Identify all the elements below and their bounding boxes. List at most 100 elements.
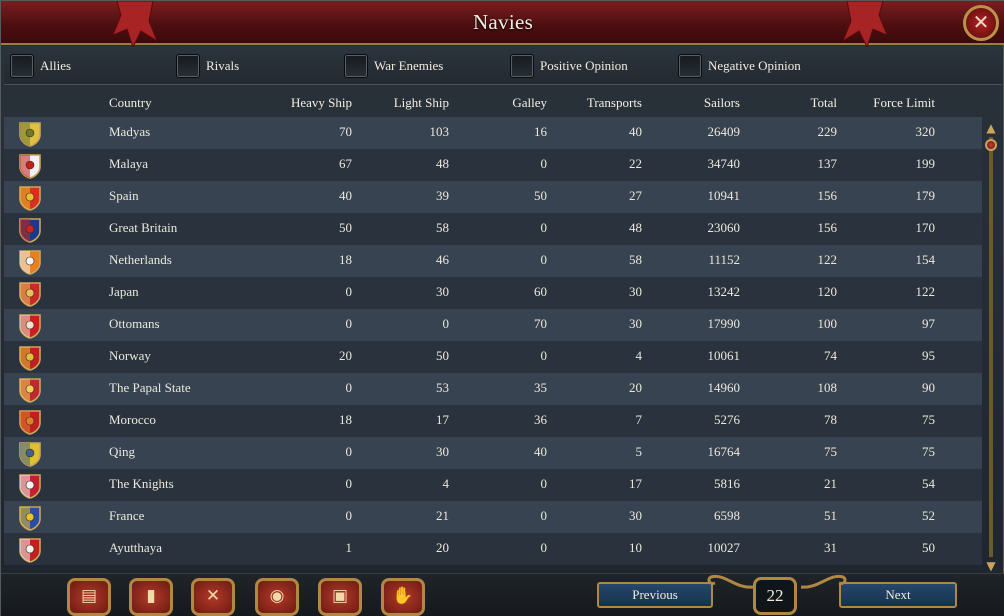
filter-war-enemies[interactable]: War Enemies	[344, 53, 443, 79]
country-name[interactable]: Qing	[109, 444, 135, 460]
sailors-cell: 11152	[708, 252, 740, 267]
table-row[interactable]: Ottomans 0 0 70 30 17990 100 97	[4, 309, 982, 341]
heavy-ship-cell: 70	[339, 124, 352, 139]
table-row[interactable]: Morocco 18 17 36 7 5276 78 75	[4, 405, 982, 437]
column-header-total[interactable]: Total	[744, 95, 837, 111]
table-row[interactable]: Malaya 67 48 0 22 34740 137 199	[4, 149, 982, 181]
previous-page-button[interactable]: Previous	[597, 582, 713, 608]
country-shield-icon[interactable]	[18, 345, 42, 371]
rivals-checkbox[interactable]	[176, 54, 200, 78]
country-name[interactable]: Malaya	[109, 156, 148, 172]
country-shield-icon[interactable]	[18, 441, 42, 467]
table-row[interactable]: Norway 20 50 0 4 10061 74 95	[4, 341, 982, 373]
country-shield-icon[interactable]	[18, 473, 42, 499]
country-shield-icon[interactable]	[18, 313, 42, 339]
negative-opinion-checkbox[interactable]	[678, 54, 702, 78]
country-shield-icon[interactable]	[18, 409, 42, 435]
column-header-force-limit[interactable]: Force Limit	[840, 95, 935, 111]
filter-positive-opinion[interactable]: Positive Opinion	[510, 53, 628, 79]
table-row[interactable]: Ayutthaya 1 20 0 10 10027 31 50	[4, 533, 982, 565]
crossed-swords-icon: ✕	[205, 586, 221, 606]
light-ship-cell: 103	[429, 124, 450, 139]
filter-label: Allies	[40, 58, 72, 73]
country-name[interactable]: France	[109, 508, 144, 524]
column-header-sailors[interactable]: Sailors	[644, 95, 740, 111]
heavy-ship-cell: 40	[339, 188, 352, 203]
heavy-ship-cell: 0	[345, 508, 353, 523]
country-shield-icon[interactable]	[18, 377, 42, 403]
table-row[interactable]: Japan 0 30 60 30 13242 120 122	[4, 277, 982, 309]
table-row[interactable]: The Knights 0 4 0 17 5816 21 54	[4, 469, 982, 501]
light-ship-cell: 4	[442, 476, 450, 491]
ledger-tab-button[interactable]: ▤	[67, 578, 111, 616]
country-name[interactable]: Ayutthaya	[109, 540, 162, 556]
filter-negative-opinion[interactable]: Negative Opinion	[678, 53, 801, 79]
country-shield-icon[interactable]	[18, 185, 42, 211]
country-shield-icon[interactable]	[18, 505, 42, 531]
military-tab-button[interactable]: ✕	[191, 578, 235, 616]
trade-tab-button[interactable]: ▣	[318, 578, 362, 616]
table-row[interactable]: Madyas 70 103 16 40 26409 229 320	[4, 117, 982, 149]
scroll-track[interactable]	[989, 137, 993, 557]
country-name[interactable]: Ottomans	[109, 316, 160, 332]
sailors-cell: 10027	[707, 540, 741, 555]
allies-checkbox[interactable]	[10, 54, 34, 78]
heavy-ship-cell: 1	[345, 540, 353, 555]
country-shield-icon[interactable]	[18, 217, 42, 243]
scrollbar[interactable]: ▲ ▼	[984, 121, 998, 573]
table-row[interactable]: Qing 0 30 40 5 16764 75 75	[4, 437, 982, 469]
table-row[interactable]: Great Britain 50 58 0 48 23060 156 170	[4, 213, 982, 245]
table-row[interactable]: France 0 21 0 30 6598 51 52	[4, 501, 982, 533]
close-button[interactable]: ✕	[963, 5, 999, 41]
galley-cell: 0	[540, 348, 548, 363]
country-shield-icon[interactable]	[18, 121, 42, 147]
column-header-light-ship[interactable]: Light Ship	[354, 95, 449, 111]
column-header-transports[interactable]: Transports	[552, 95, 642, 111]
war-enemies-checkbox[interactable]	[344, 54, 368, 78]
country-shield-icon[interactable]	[18, 249, 42, 275]
filter-label: Negative Opinion	[708, 58, 801, 73]
country-name[interactable]: The Papal State	[109, 380, 191, 396]
galley-cell: 16	[534, 124, 547, 139]
diplomacy-tab-button[interactable]: ✋	[381, 578, 425, 616]
next-page-button[interactable]: Next	[839, 582, 957, 608]
table-row[interactable]: Netherlands 18 46 0 58 11152 122 154	[4, 245, 982, 277]
force-limit-cell: 90	[922, 380, 935, 395]
country-shield-icon[interactable]	[18, 537, 42, 563]
table-row[interactable]: Spain 40 39 50 27 10941 156 179	[4, 181, 982, 213]
country-name[interactable]: Great Britain	[109, 220, 177, 236]
filter-rivals[interactable]: Rivals	[176, 53, 239, 79]
positive-opinion-checkbox[interactable]	[510, 54, 534, 78]
column-header-heavy-ship[interactable]: Heavy Ship	[254, 95, 352, 111]
table-row[interactable]: The Papal State 0 53 35 20 14960 108 90	[4, 373, 982, 405]
scroll-thumb[interactable]	[985, 139, 997, 151]
sailors-cell: 26409	[707, 124, 741, 139]
filter-allies[interactable]: Allies	[10, 53, 71, 79]
sailors-cell: 6598	[714, 508, 740, 523]
ledger-icon: ▤	[80, 586, 98, 606]
column-header-country[interactable]: Country	[109, 95, 152, 111]
scroll-up-arrow-icon[interactable]: ▲	[984, 121, 998, 135]
country-name[interactable]: Japan	[109, 284, 139, 300]
light-ship-cell: 50	[436, 348, 449, 363]
land-forces-tab-button[interactable]: ▮	[129, 578, 173, 616]
scroll-down-arrow-icon[interactable]: ▼	[984, 559, 998, 573]
country-name[interactable]: Morocco	[109, 412, 156, 428]
transports-cell: 30	[629, 508, 642, 523]
coins-icon: ◉	[269, 586, 285, 606]
light-ship-cell: 30	[436, 284, 449, 299]
force-limit-cell: 95	[922, 348, 935, 363]
country-name[interactable]: Spain	[109, 188, 139, 204]
country-name[interactable]: Norway	[109, 348, 151, 364]
country-shield-icon[interactable]	[18, 153, 42, 179]
country-shield-icon[interactable]	[18, 281, 42, 307]
country-name[interactable]: Netherlands	[109, 252, 172, 268]
country-name[interactable]: The Knights	[109, 476, 174, 492]
economy-tab-button[interactable]: ◉	[255, 578, 299, 616]
window-header: Navies ✕	[1, 1, 1004, 47]
filter-label: Rivals	[206, 58, 240, 73]
heavy-ship-cell: 0	[345, 476, 353, 491]
column-header-galley[interactable]: Galley	[454, 95, 547, 111]
total-cell: 74	[824, 348, 837, 363]
country-name[interactable]: Madyas	[109, 124, 150, 140]
